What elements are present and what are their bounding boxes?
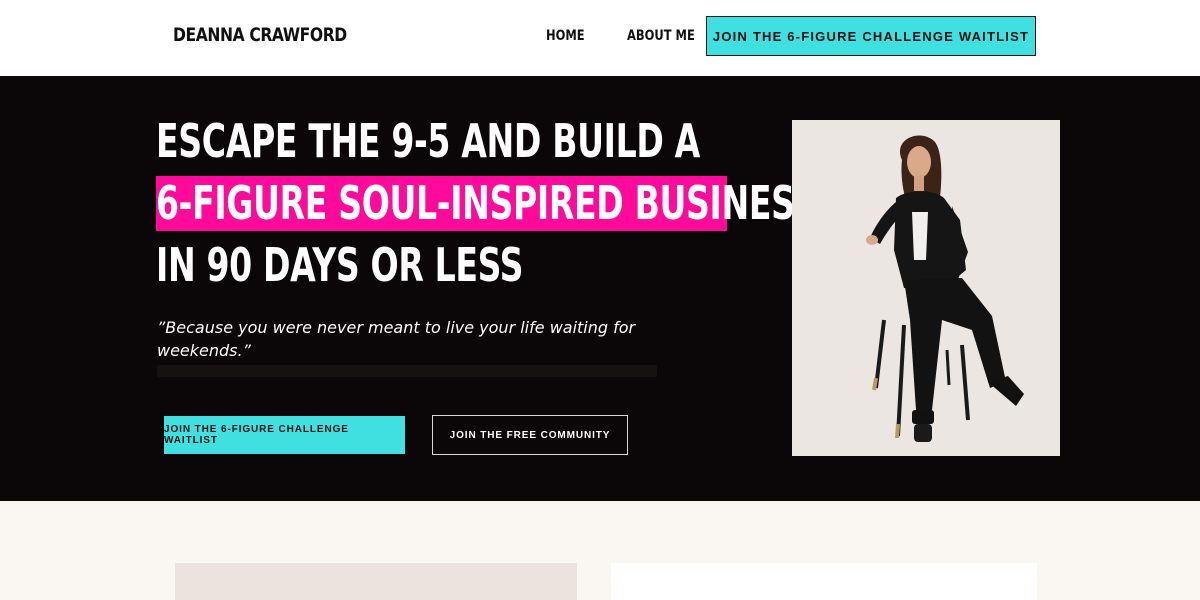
faint-text-line [157,365,657,377]
site-logo[interactable]: DEANNA CRAWFORD [173,24,347,46]
site-header: DEANNA CRAWFORD HOME ABOUT ME JOIN THE 6… [0,0,1200,76]
hero-headline-line-2: 6-FIGURE SOUL-INSPIRED BUSINESS [156,176,817,230]
portrait-illustration [792,120,1060,456]
lower-image-card [175,563,577,600]
hero-waitlist-button[interactable]: JOIN THE 6-FIGURE CHALLENGE WAITLIST [164,416,405,454]
hero-section: ESCAPE THE 9-5 AND BUILD A 6-FIGURE SOUL… [0,76,1200,501]
hero-portrait-photo [792,120,1060,456]
hero-headline-line-3: IN 90 DAYS OR LESS [156,238,524,292]
nav-about-link[interactable]: ABOUT ME [627,28,695,44]
hero-headline-line-1: ESCAPE THE 9-5 AND BUILD A [156,114,700,168]
hero-quote: ”Because you were never meant to live yo… [157,318,636,360]
header-waitlist-button[interactable]: JOIN THE 6-FIGURE CHALLENGE WAITLIST [706,16,1036,56]
lower-content-card [611,563,1037,600]
nav-home-link[interactable]: HOME [546,28,585,44]
hero-community-button[interactable]: JOIN THE FREE COMMUNITY [432,415,628,455]
